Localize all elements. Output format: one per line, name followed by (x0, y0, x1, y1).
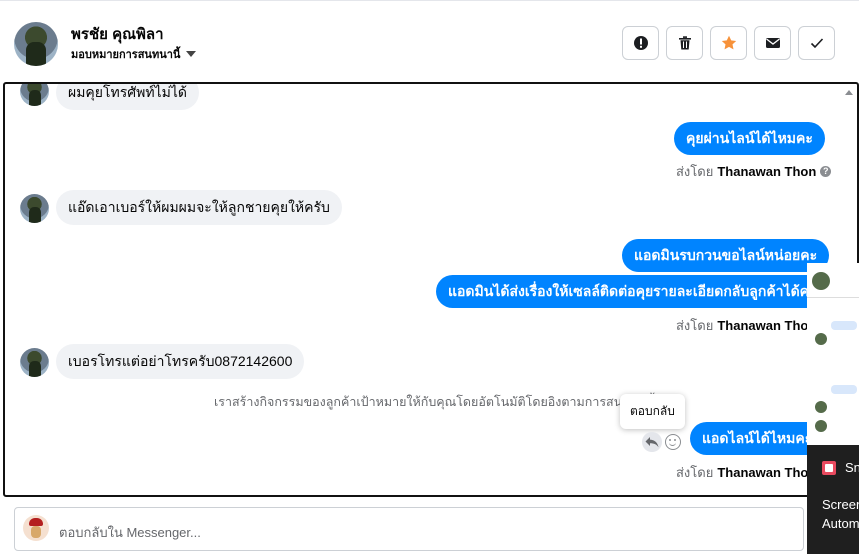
reply-tooltip: ตอบกลับ (620, 394, 685, 429)
caret-down-icon (186, 51, 197, 57)
done-button[interactable] (798, 26, 835, 60)
thumbnail-avatar (812, 272, 830, 290)
sent-by-label: ส่งโดย Thanawan Thon (676, 315, 816, 336)
sent-by-label: ส่งโดย Thanawan Thon ? (676, 161, 832, 182)
conversation-header: พรชัย คุณพิลา มอบหมายการสนทนานี้ (0, 0, 859, 84)
scroll-up-arrow-icon[interactable] (845, 90, 853, 95)
sent-by-prefix: ส่งโดย (676, 164, 714, 179)
delete-button[interactable] (666, 26, 703, 60)
page-avatar (23, 515, 49, 541)
auto-activity-notice: เราสร้างกิจกรรมของลูกค้าเป้าหมายให้กับคุ… (214, 395, 655, 409)
message-thread[interactable]: ผมคุยโทรศัพท์ไม่ได้ คุยผ่านไลน์ได้ไหมคะ … (3, 82, 859, 497)
thumbnail-avatar (815, 420, 827, 432)
snip-title: Screen (822, 497, 859, 512)
outgoing-message[interactable]: แอดไลน์ได้ไหมคะ (690, 422, 825, 455)
trash-icon (678, 36, 691, 50)
check-icon (810, 38, 823, 49)
sent-by-agent[interactable]: Thanawan Thon (717, 465, 816, 480)
thumbnail-bubble (831, 385, 857, 394)
outgoing-message[interactable]: คุยผ่านไลน์ได้ไหมคะ (674, 122, 825, 155)
sent-by-agent[interactable]: Thanawan Thon (717, 318, 816, 333)
thumbnail-avatar (815, 333, 827, 345)
sender-avatar[interactable] (20, 84, 49, 106)
incoming-message[interactable]: ผมคุยโทรศัพท์ไม่ได้ (56, 84, 200, 110)
reply-input[interactable]: ตอบกลับใน Messenger... (59, 522, 201, 543)
star-button[interactable] (710, 26, 747, 60)
snip-app-label: Sn (845, 460, 859, 475)
reply-icon[interactable] (642, 432, 662, 452)
envelope-icon (765, 38, 780, 48)
help-icon[interactable]: ? (820, 166, 832, 177)
star-icon (721, 35, 736, 50)
mail-button[interactable] (754, 26, 791, 60)
thumbnail-header (807, 263, 859, 298)
incoming-message[interactable]: แอ๊ดเอาเบอร์ให้ผมผมจะให้ลูกชายคุยให้ครับ (56, 190, 342, 225)
outgoing-message[interactable]: แอดมินรบกวนขอไลน์หน่อยคะ (622, 239, 830, 272)
sent-by-agent[interactable]: Thanawan Thon (717, 164, 816, 179)
assign-dropdown[interactable]: มอบหมายการสนทนานี้ (71, 45, 197, 63)
snip-subtitle: Autom (822, 516, 859, 531)
thumbnail-avatar (815, 401, 827, 413)
outgoing-message[interactable]: แอดมินได้ส่งเรื่องให้เซลล์ติดต่อคุยรายละ… (436, 275, 829, 308)
assign-label: มอบหมายการสนทนานี้ (71, 49, 181, 61)
sent-by-prefix: ส่งโดย (676, 465, 714, 480)
screenshot-notification[interactable]: Sn Screen Autom (807, 263, 859, 554)
sent-by-prefix: ส่งโดย (676, 318, 714, 333)
alert-icon (633, 36, 648, 50)
thumbnail-bubble (831, 321, 857, 330)
reply-composer[interactable]: ตอบกลับใน Messenger... (14, 507, 804, 551)
header-actions (622, 26, 835, 60)
customer-name[interactable]: พรชัย คุณพิลา (71, 22, 164, 46)
screenshot-thumbnail[interactable] (807, 263, 859, 445)
customer-avatar[interactable] (14, 22, 58, 66)
sender-avatar[interactable] (20, 194, 49, 223)
incoming-message[interactable]: เบอรโทรแต่อย่าโทรครับ0872142600 (56, 344, 305, 379)
sender-avatar[interactable] (20, 348, 49, 377)
snip-toast[interactable]: Sn Screen Autom (807, 445, 859, 554)
sent-by-label: ส่งโดย Thanawan Thon (676, 462, 816, 483)
snipping-tool-icon (822, 461, 836, 475)
alert-button[interactable] (622, 26, 659, 60)
emoji-react-icon[interactable] (665, 434, 681, 450)
